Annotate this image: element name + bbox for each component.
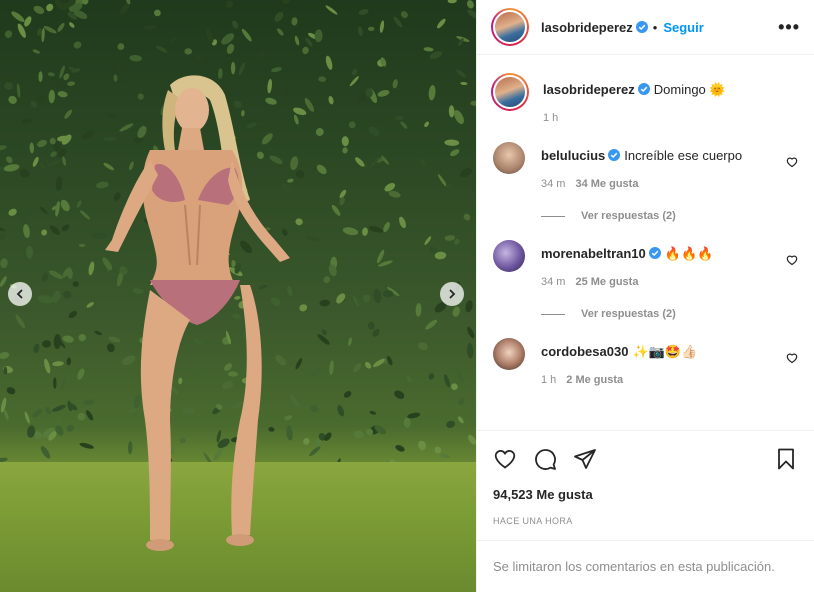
- post-header: lasobrideperez • Seguir •••: [477, 0, 814, 55]
- commenter-avatar[interactable]: [493, 240, 525, 272]
- previous-photo-button[interactable]: [8, 282, 32, 306]
- next-photo-button[interactable]: [440, 282, 464, 306]
- comment-username[interactable]: morenabeltran10: [541, 246, 646, 261]
- verified-badge-icon: [648, 247, 661, 259]
- post-photo[interactable]: [0, 0, 476, 592]
- comment-like-heart-icon[interactable]: [786, 352, 798, 364]
- comment-likes[interactable]: 2 Me gusta: [566, 374, 623, 386]
- comment-text: 🔥🔥🔥: [664, 246, 714, 261]
- verified-badge-icon: [635, 21, 648, 33]
- chevron-right-icon: [449, 289, 456, 299]
- follow-button[interactable]: Seguir: [663, 20, 703, 35]
- comment-time[interactable]: 1 h: [541, 374, 556, 386]
- post-sidebar: lasobrideperez • Seguir ••• lasobrideper…: [476, 0, 814, 592]
- likes-count[interactable]: 94,523 Me gusta: [477, 487, 814, 502]
- author-username[interactable]: lasobrideperez: [541, 20, 633, 35]
- comment-item: belulucius Increíble ese cuerpo 34 m 34 Me…: [491, 142, 798, 222]
- comment-time[interactable]: 34 m: [541, 178, 565, 190]
- header-separator: •: [652, 19, 658, 35]
- caption-avatar[interactable]: [491, 73, 529, 111]
- comment-like-heart-icon[interactable]: [786, 156, 798, 168]
- caption: lasobrideperez Domingo 🌞 1 h: [491, 71, 798, 124]
- bookmark-icon[interactable]: [774, 447, 798, 471]
- comment-time[interactable]: 34 m: [541, 276, 565, 288]
- verified-badge-icon: [608, 149, 621, 161]
- comment-icon[interactable]: [533, 447, 557, 471]
- more-horizontal-icon[interactable]: •••: [778, 17, 800, 38]
- caption-time[interactable]: 1 h: [543, 112, 558, 124]
- comment-username[interactable]: cordobesa030: [541, 344, 628, 359]
- comment-item: morenabeltran10 🔥🔥🔥 34 m 25 Me gusta Ver r…: [491, 240, 798, 320]
- comment-like-heart-icon[interactable]: [786, 254, 798, 266]
- comment-username[interactable]: belulucius: [541, 148, 605, 163]
- commenter-avatar[interactable]: [493, 338, 525, 370]
- person-figure: [105, 75, 290, 551]
- comment-likes[interactable]: 25 Me gusta: [575, 276, 638, 288]
- view-replies-button[interactable]: Ver respuestas (2): [541, 308, 786, 320]
- caption-username[interactable]: lasobrideperez: [543, 82, 635, 97]
- author-avatar[interactable]: [491, 8, 529, 46]
- view-replies-button[interactable]: Ver respuestas (2): [541, 210, 786, 222]
- comments-list: lasobrideperez Domingo 🌞 1 h belulucius In…: [477, 55, 814, 430]
- share-icon[interactable]: [573, 447, 597, 471]
- verified-badge-icon: [637, 83, 650, 95]
- comment-likes[interactable]: 34 Me gusta: [575, 178, 638, 190]
- heart-icon[interactable]: [493, 447, 517, 471]
- comment-text: ✨📷🤩👍🏻: [632, 344, 698, 359]
- comments-restricted-notice: Se limitaron los comentarios en esta pub…: [477, 540, 814, 592]
- caption-text: Domingo 🌞: [653, 82, 726, 97]
- instagram-post: lasobrideperez • Seguir ••• lasobrideper…: [0, 0, 814, 592]
- action-bar: [477, 430, 814, 487]
- comment-item: cordobesa030 ✨📷🤩👍🏻 1 h 2 Me gusta: [491, 338, 798, 386]
- post-timestamp[interactable]: HACE UNA HORA: [477, 502, 814, 526]
- chevron-left-icon: [16, 289, 23, 299]
- comment-text: Increíble ese cuerpo: [624, 148, 743, 163]
- view-replies-label: Ver respuestas (2): [581, 210, 676, 222]
- view-replies-label: Ver respuestas (2): [581, 308, 676, 320]
- commenter-avatar[interactable]: [493, 142, 525, 174]
